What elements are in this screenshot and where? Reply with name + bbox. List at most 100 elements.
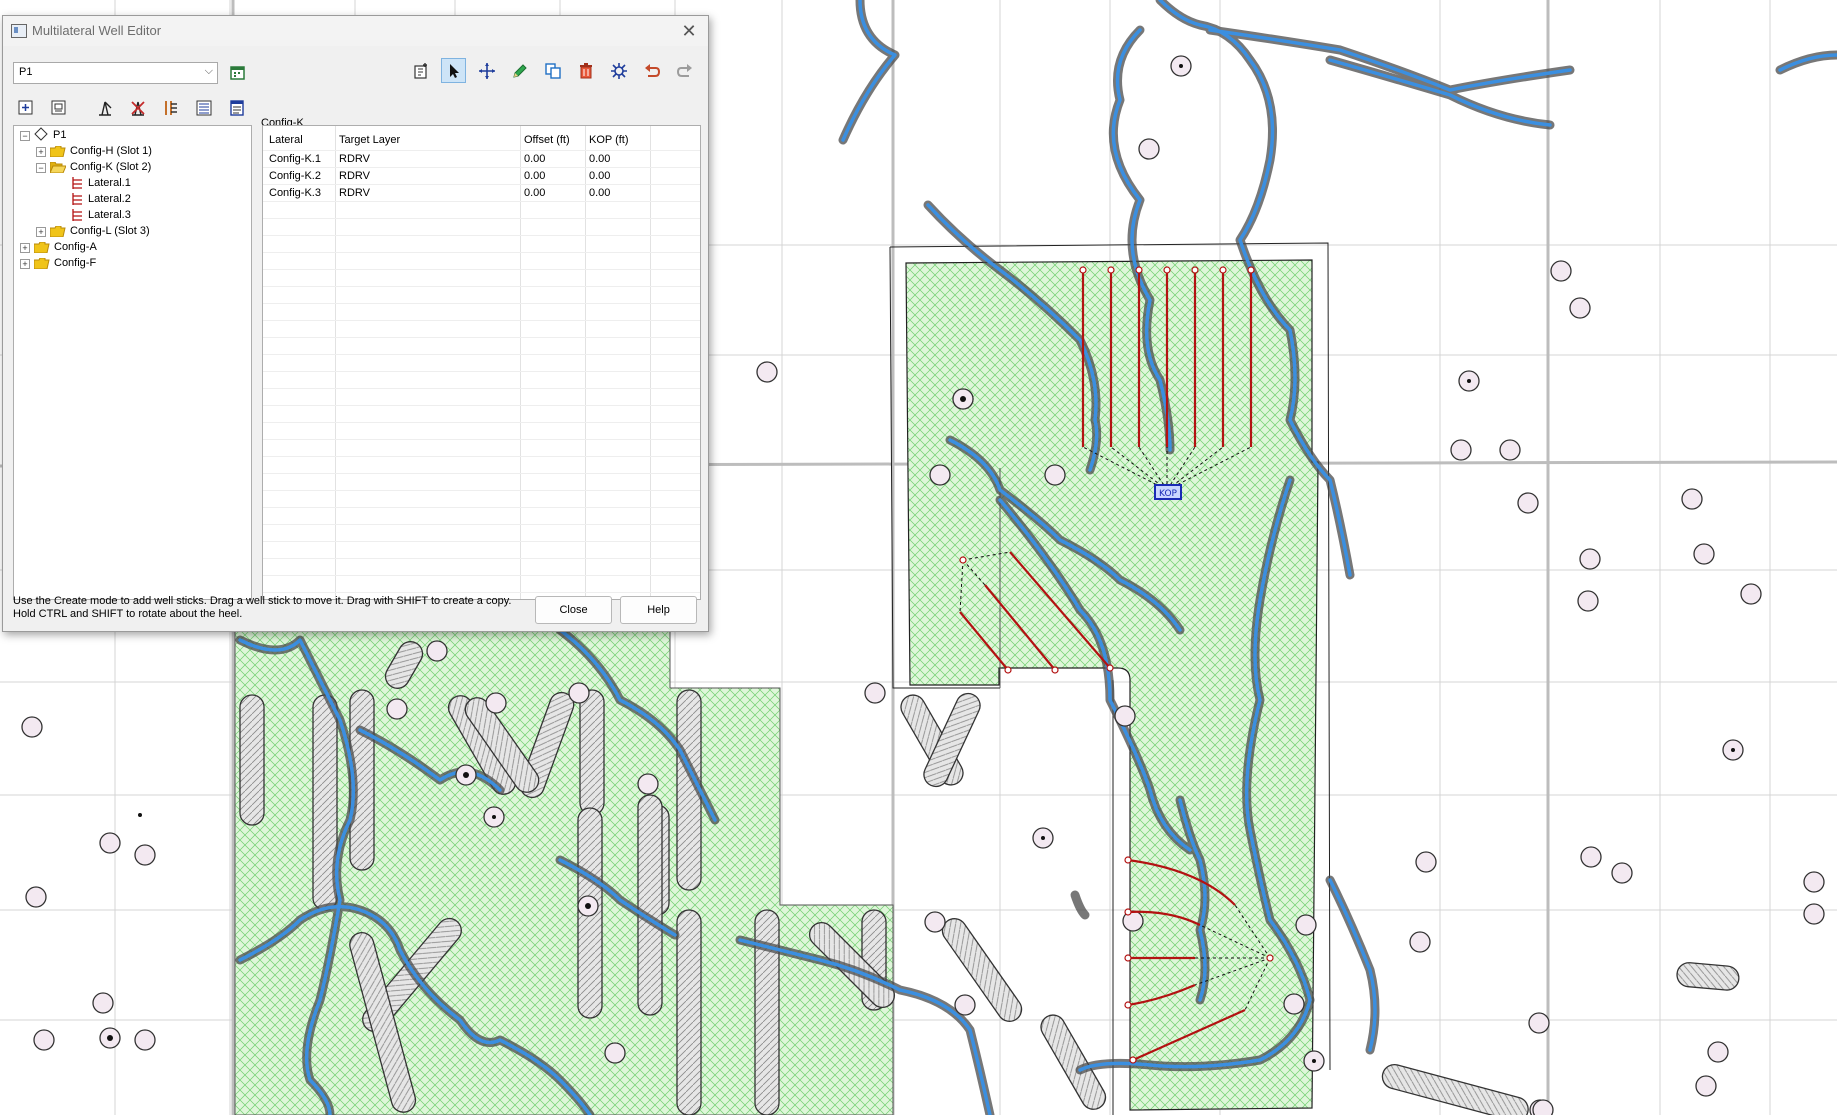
row-divider [263, 320, 700, 321]
well-tree[interactable]: − P1 + Config-H (Slot 1) − Config-K (Slo… [13, 125, 252, 600]
help-text-line-2: Hold CTRL and SHIFT to rotate about the … [13, 608, 243, 620]
tree-label: Lateral.2 [88, 193, 131, 205]
well-diamond-icon [34, 127, 48, 146]
delete-button[interactable] [573, 58, 598, 83]
laterals-table[interactable]: Lateral Target Layer Offset (ft) KOP (ft… [262, 125, 701, 600]
app-icon [11, 24, 27, 38]
column-divider [520, 126, 521, 599]
column-header-offset[interactable]: Offset (ft) [524, 134, 570, 146]
copy-button[interactable] [540, 58, 565, 83]
table-cell[interactable]: 0.00 [524, 153, 545, 165]
column-header-kop[interactable]: KOP (ft) [589, 134, 629, 146]
help-text: Use the Create mode to add well sticks. … [13, 595, 523, 621]
multilateral-well-editor-dialog[interactable]: Multilateral Well Editor ✕ P1 ⌵ Config-K… [2, 15, 709, 632]
row-divider [263, 422, 700, 423]
row-divider [263, 218, 700, 219]
add-lateral-button[interactable] [92, 95, 117, 120]
kop-label: KOP [1159, 489, 1177, 499]
undo-button[interactable] [639, 58, 664, 83]
row-divider [263, 252, 700, 253]
column-divider [650, 126, 651, 599]
table-cell[interactable]: 0.00 [589, 187, 610, 199]
table-cell[interactable]: 0.00 [589, 170, 610, 182]
well-list-button[interactable] [225, 59, 250, 84]
row-divider [263, 184, 700, 185]
list-view-button[interactable] [191, 95, 216, 120]
new-well-stick-button[interactable] [408, 58, 433, 83]
redo-button[interactable] [672, 58, 697, 83]
column-divider [335, 126, 336, 599]
help-button[interactable]: Help [620, 596, 697, 624]
close-window-button[interactable]: ✕ [678, 20, 700, 42]
folder-open-icon [49, 161, 67, 178]
tree-label: Lateral.1 [88, 177, 131, 189]
table-cell[interactable]: 0.00 [589, 153, 610, 165]
tree-label: Config-H (Slot 1) [70, 145, 152, 157]
row-divider [263, 524, 700, 525]
edit-pencil-button[interactable] [507, 58, 532, 83]
well-select[interactable]: P1 ⌵ [13, 62, 218, 84]
close-button[interactable]: Close [535, 596, 612, 624]
folder-icon [33, 257, 50, 274]
help-text-line-1: Use the Create mode to add well sticks. … [13, 595, 512, 607]
row-divider [263, 269, 700, 270]
table-cell[interactable]: Config-K.2 [269, 170, 321, 182]
table-cell[interactable]: 0.00 [524, 187, 545, 199]
table-cell[interactable]: 0.00 [524, 170, 545, 182]
folder-icon [33, 241, 50, 258]
move-mode-button[interactable] [474, 58, 499, 83]
folder-icon [49, 145, 66, 162]
row-divider [263, 201, 700, 202]
row-divider [263, 337, 700, 338]
tree-label: P1 [53, 129, 67, 141]
properties-button[interactable] [224, 95, 249, 120]
row-divider [263, 388, 700, 389]
lateral-spacing-button[interactable] [158, 95, 183, 120]
settings-button[interactable] [606, 58, 631, 83]
tree-label: Config-F [54, 257, 97, 269]
row-divider [263, 405, 700, 406]
row-divider [263, 354, 700, 355]
row-divider [263, 558, 700, 559]
expand-all-button[interactable] [13, 95, 38, 120]
row-divider [263, 371, 700, 372]
tree-expander[interactable]: + [36, 147, 46, 157]
column-header-lateral[interactable]: Lateral [269, 134, 303, 146]
table-cell[interactable]: Config-K.1 [269, 153, 321, 165]
selected-well-kop[interactable]: KOP [1154, 484, 1182, 500]
column-header-target-layer[interactable]: Target Layer [339, 134, 400, 146]
row-divider [263, 235, 700, 236]
window-title: Multilateral Well Editor [32, 23, 162, 38]
row-divider [263, 303, 700, 304]
tree-expander[interactable]: + [20, 259, 30, 269]
row-divider [263, 286, 700, 287]
tree-expander[interactable]: − [36, 163, 46, 173]
select-mode-button[interactable] [441, 58, 466, 83]
tree-label: Config-K (Slot 2) [70, 161, 152, 173]
row-divider [263, 150, 700, 151]
tree-expander[interactable]: + [36, 227, 46, 237]
tree-expander[interactable]: + [20, 243, 30, 253]
table-cell[interactable]: Config-K.3 [269, 187, 321, 199]
row-divider [263, 456, 700, 457]
well-select-value: P1 [19, 66, 33, 78]
collapse-all-button[interactable] [46, 95, 71, 120]
tree-label: Config-L (Slot 3) [70, 225, 150, 237]
row-divider [263, 507, 700, 508]
chevron-down-icon: ⌵ [204, 65, 213, 77]
table-cell[interactable]: RDRV [339, 170, 370, 182]
table-cell[interactable]: RDRV [339, 187, 370, 199]
row-divider [263, 490, 700, 491]
tree-label: Lateral.3 [88, 209, 131, 221]
column-divider [585, 126, 586, 599]
tree-expander[interactable]: − [20, 131, 30, 141]
row-divider [263, 473, 700, 474]
row-divider [263, 439, 700, 440]
remove-lateral-button[interactable] [125, 95, 150, 120]
row-divider [263, 541, 700, 542]
row-divider [263, 592, 700, 593]
tree-label: Config-A [54, 241, 97, 253]
title-bar[interactable]: Multilateral Well Editor ✕ [3, 16, 708, 46]
row-divider [263, 167, 700, 168]
table-cell[interactable]: RDRV [339, 153, 370, 165]
